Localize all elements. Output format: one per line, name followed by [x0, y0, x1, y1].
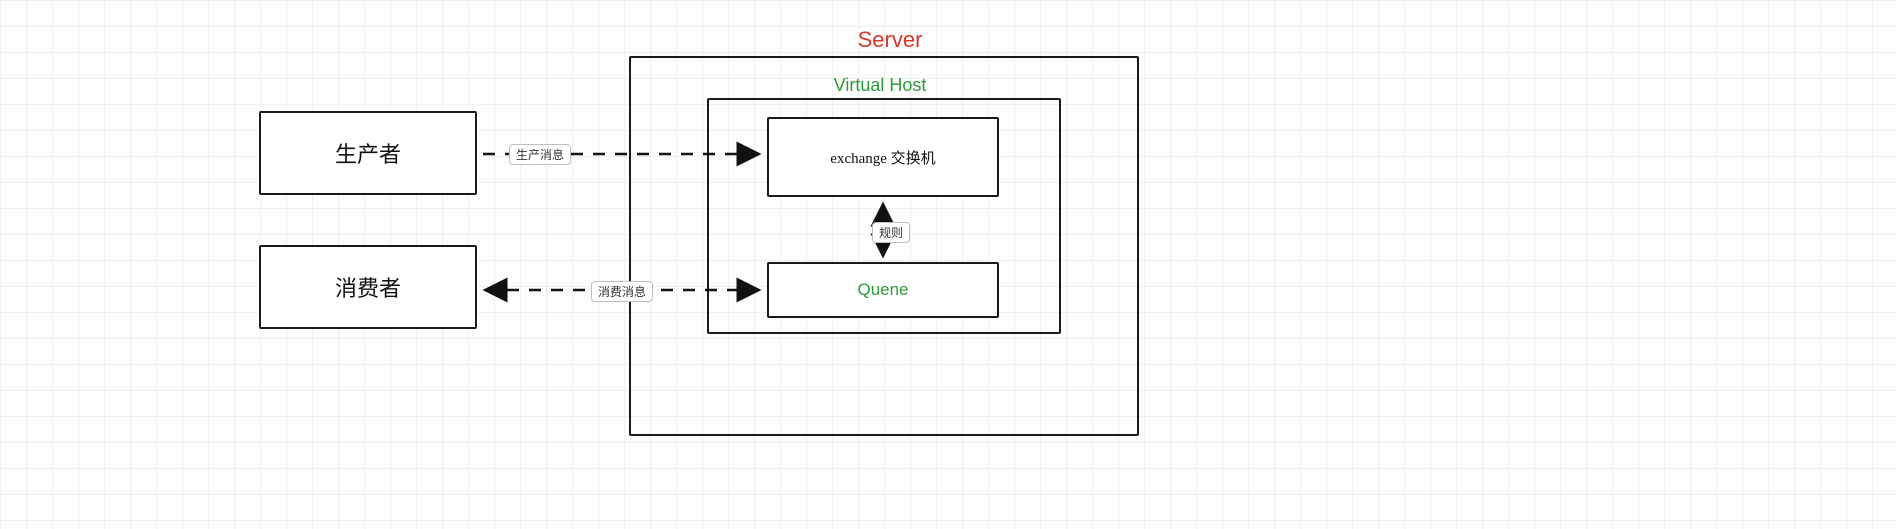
consumer-label: 消费者 — [335, 271, 401, 303]
queue-label: Quene — [857, 280, 908, 300]
vhost-title: Virtual Host — [810, 74, 950, 96]
exchange-label: exchange 交换机 — [830, 147, 935, 168]
edge-produce-label: 生产消息 — [509, 144, 571, 165]
consumer-box: 消费者 — [259, 245, 477, 329]
server-title: Server — [840, 26, 940, 54]
edge-consume-label: 消费消息 — [591, 281, 653, 302]
producer-label: 生产者 — [335, 137, 401, 169]
exchange-box: exchange 交换机 — [767, 117, 999, 197]
producer-box: 生产者 — [259, 111, 477, 195]
edge-rule-label: 规则 — [872, 222, 910, 243]
queue-box: Quene — [767, 262, 999, 318]
